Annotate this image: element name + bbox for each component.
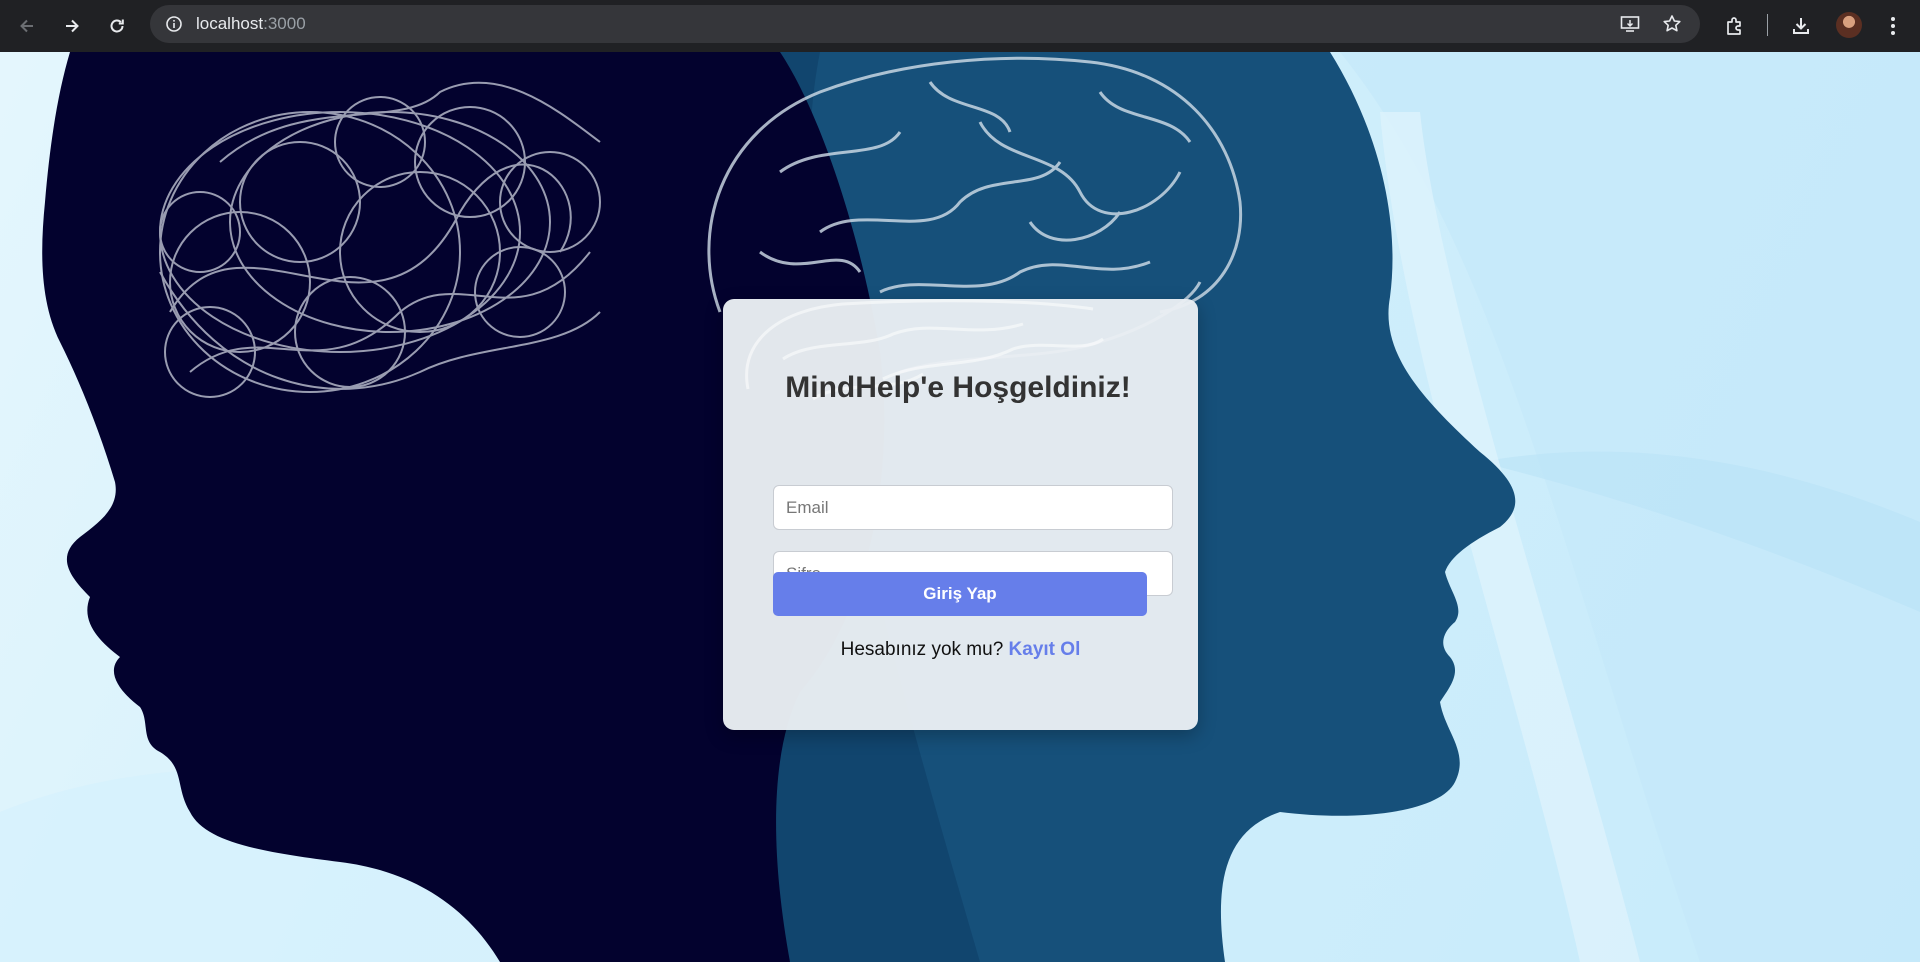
page-viewport: MindHelp'e Hoşgeldiniz! Giriş Yap Hesabı…: [0, 52, 1920, 962]
reload-button[interactable]: [100, 9, 134, 43]
url-host: localhost: [196, 14, 264, 33]
browser-toolbar: localhost:3000: [0, 0, 1920, 52]
url-text[interactable]: localhost:3000: [196, 14, 306, 34]
profile-avatar[interactable]: [1836, 12, 1862, 38]
url-port: :3000: [263, 14, 306, 33]
toolbar-divider: [1767, 14, 1768, 36]
puzzle-icon: [1727, 17, 1741, 35]
forward-button[interactable]: [55, 9, 89, 43]
email-input[interactable]: [773, 485, 1173, 530]
login-card: MindHelp'e Hoşgeldiniz! Giriş Yap Hesabı…: [723, 299, 1198, 730]
menu-button[interactable]: [1876, 9, 1910, 43]
back-arrow-icon: [20, 19, 33, 33]
register-link[interactable]: Kayıt Ol: [1009, 639, 1081, 660]
register-row: Hesabınız yok mu? Kayıt Ol: [723, 639, 1198, 661]
info-icon: [166, 16, 182, 32]
address-bar[interactable]: localhost:3000: [150, 5, 1700, 43]
forward-arrow-icon: [66, 19, 79, 33]
extensions-button[interactable]: [1718, 9, 1752, 43]
back-button[interactable]: [10, 9, 44, 43]
login-button[interactable]: Giriş Yap: [773, 572, 1147, 616]
bookmark-button[interactable]: [1658, 10, 1686, 38]
reload-icon: [110, 19, 124, 33]
download-icon: [1793, 18, 1809, 34]
downloads-button[interactable]: [1784, 9, 1818, 43]
site-info-button[interactable]: [160, 10, 188, 38]
star-icon: [1663, 15, 1681, 32]
register-prompt: Hesabınız yok mu?: [840, 639, 1004, 660]
login-title: MindHelp'e Hoşgeldiniz!: [785, 371, 1131, 404]
install-app-icon: [1620, 16, 1640, 32]
install-app-button[interactable]: [1616, 10, 1644, 38]
kebab-menu-icon: [1891, 17, 1895, 35]
